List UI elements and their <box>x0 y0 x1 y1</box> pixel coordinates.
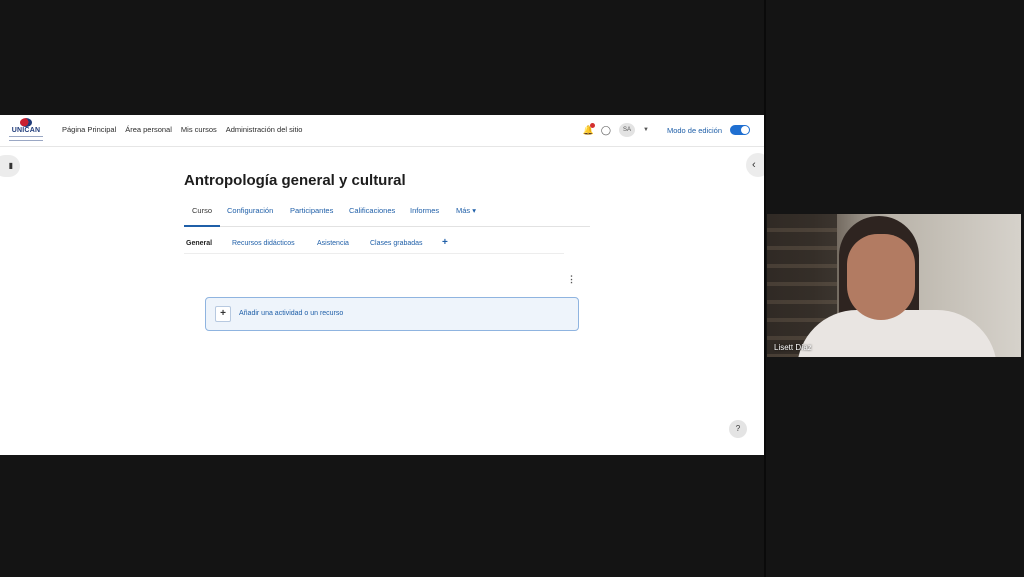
nav-link-dashboard[interactable]: Área personal <box>125 125 172 134</box>
tab-course[interactable]: Curso <box>192 206 212 215</box>
site-logo[interactable]: UNICAN <box>8 118 44 144</box>
tab-reports[interactable]: Informes <box>410 206 439 215</box>
tab-participants[interactable]: Participantes <box>290 206 333 215</box>
navbar-user-area: 🔔 ◯ SA ▼ Modo de edición <box>583 123 750 137</box>
course-index-toggle[interactable]: ▮ <box>0 155 20 177</box>
add-activity-label: Añadir una actividad o un recurso <box>239 310 344 317</box>
caret-down-icon[interactable]: ▼ <box>643 127 649 133</box>
top-navbar: UNICAN Página Principal Área personal Mi… <box>0 115 764 147</box>
edit-mode-label: Modo de edición <box>666 125 722 135</box>
chevron-down-icon: ▾ <box>472 206 477 215</box>
notifications-button[interactable]: 🔔 <box>583 123 595 136</box>
nav-link-home[interactable]: Página Principal <box>62 125 116 134</box>
section-tab-attendance[interactable]: Asistencia <box>317 240 349 247</box>
tab-more-label: Más <box>456 206 471 215</box>
active-tab-indicator <box>184 225 220 227</box>
help-icon[interactable]: ? <box>729 420 747 438</box>
chat-icon[interactable]: ◯ <box>601 125 611 136</box>
section-tab-recorded[interactable]: Clases grabadas <box>370 240 423 247</box>
bookmark-icon: ▮ <box>8 161 13 170</box>
nav-link-site-admin[interactable]: Administración del sitio <box>226 125 303 134</box>
chevron-left-icon: ‹ <box>752 159 756 171</box>
logo-mark-icon <box>20 118 32 127</box>
logo-underline <box>9 136 43 141</box>
nav-link-my-courses[interactable]: Mis cursos <box>181 125 217 134</box>
kebab-menu-icon[interactable]: ⋮ <box>567 274 576 285</box>
logo-text: UNICAN <box>11 127 41 134</box>
tab-more[interactable]: Más ▾ <box>456 206 476 215</box>
panel-divider <box>764 0 766 577</box>
add-section-icon[interactable]: + <box>442 237 448 248</box>
shared-screen: UNICAN Página Principal Área personal Mi… <box>0 115 764 455</box>
course-tabs: Curso Configuración Participantes Califi… <box>184 201 590 227</box>
participant-body <box>797 310 997 357</box>
user-avatar[interactable]: SA <box>619 123 635 137</box>
participant-face <box>847 234 915 320</box>
course-title: Antropología general y cultural <box>184 172 406 189</box>
block-drawer-toggle[interactable]: ‹ <box>746 153 764 177</box>
section-tab-resources[interactable]: Recursos didácticos <box>232 240 295 247</box>
edit-mode-toggle[interactable] <box>730 125 750 135</box>
meeting-stage: UNICAN Página Principal Área personal Mi… <box>0 0 1024 577</box>
section-tabs: General Recursos didácticos Asistencia C… <box>184 234 564 254</box>
participant-name: Lisett Díaz <box>774 343 812 352</box>
participant-video-tile[interactable]: Lisett Díaz <box>767 214 1021 357</box>
section-tab-general[interactable]: General <box>186 240 212 247</box>
plus-icon: + <box>215 306 231 322</box>
primary-navigation: Página Principal Área personal Mis curso… <box>62 125 302 134</box>
add-activity-button[interactable]: + Añadir una actividad o un recurso <box>205 297 579 331</box>
notification-badge <box>589 123 595 128</box>
tab-settings[interactable]: Configuración <box>227 206 273 215</box>
tab-grades[interactable]: Calificaciones <box>349 206 395 215</box>
